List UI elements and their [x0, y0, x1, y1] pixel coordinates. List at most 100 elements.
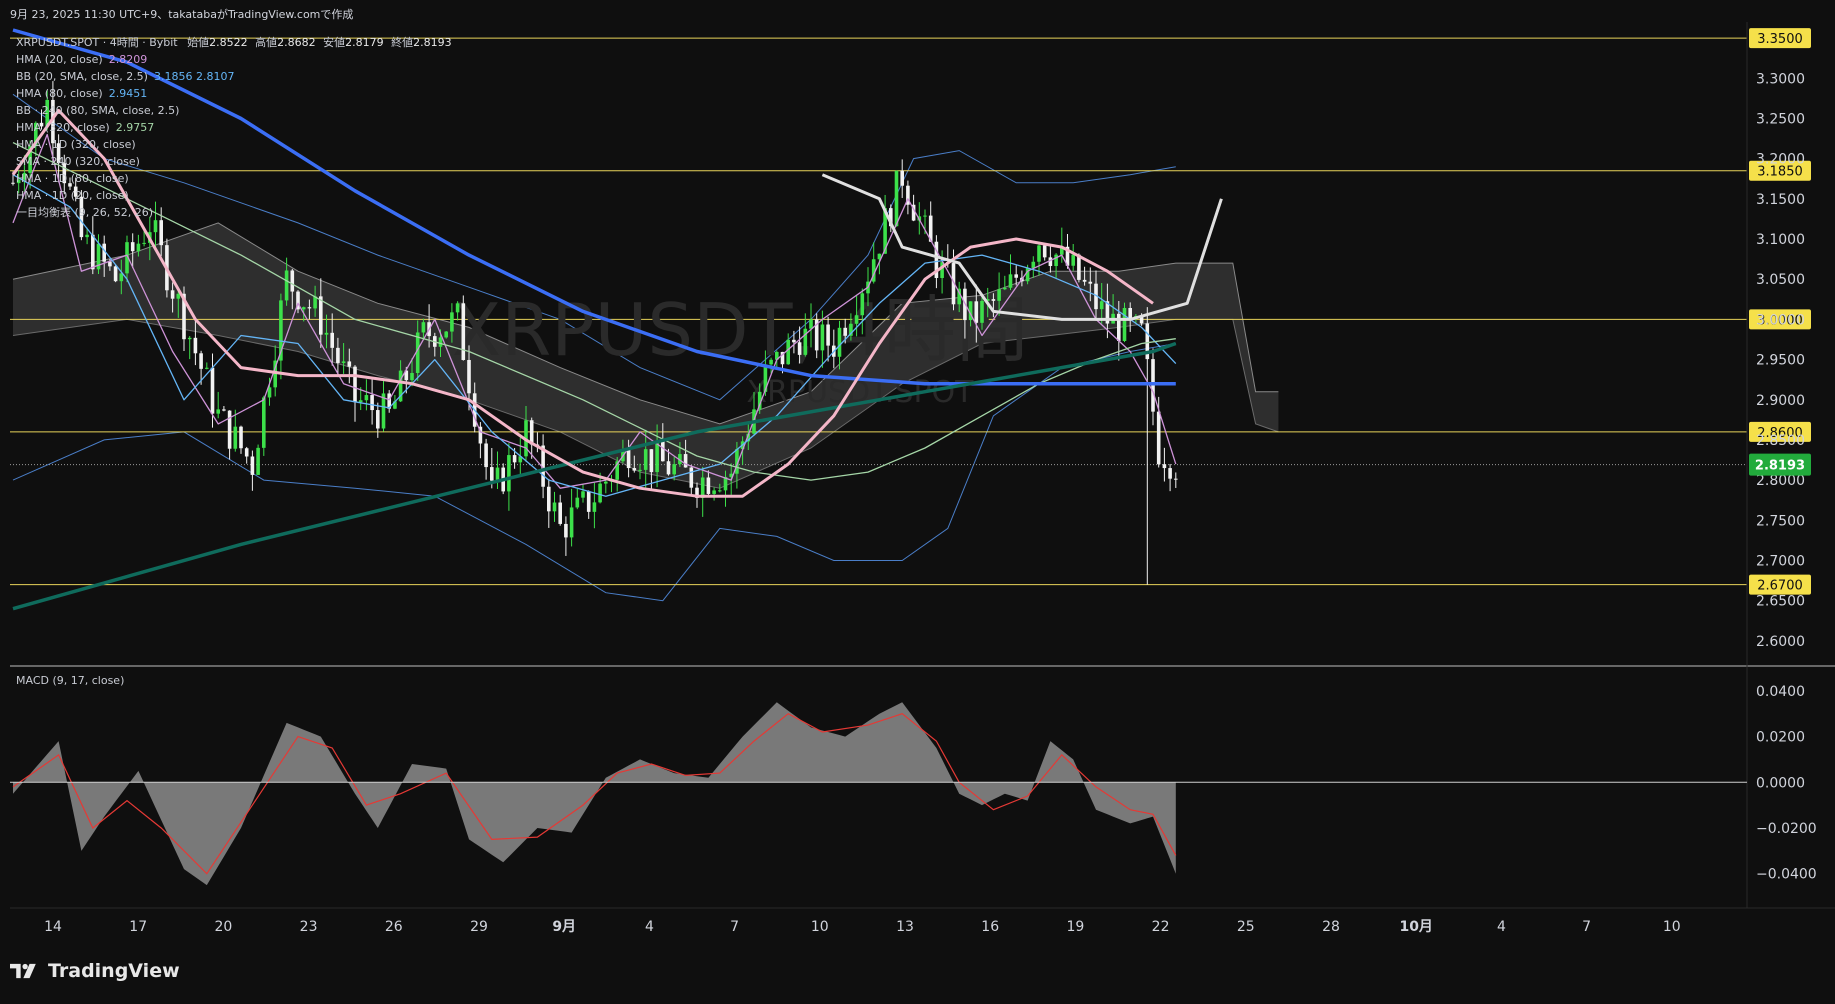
- candle-body: [244, 448, 249, 457]
- time-tick-label: 7: [730, 919, 739, 935]
- candle-body: [1071, 254, 1075, 266]
- candle-body: [604, 481, 608, 484]
- indicator-row[interactable]: BB (20, SMA, close, 2.5) 3.1856 2.8107: [16, 68, 452, 85]
- symbol-info[interactable]: XRPUSDT.SPOT · 4時間 · Bybit 始値2.8522 高値2.…: [16, 34, 452, 51]
- candle-body: [227, 410, 232, 449]
- candle-body: [581, 491, 585, 498]
- candle-body: [638, 469, 642, 471]
- candle-body: [552, 502, 557, 512]
- price-tick-label: 2.6000: [1756, 634, 1805, 650]
- candle-body: [450, 312, 454, 332]
- candle-body: [199, 353, 203, 369]
- indicator-row[interactable]: HMA · 1D (320, close): [16, 136, 452, 153]
- macd-tick-label: −0.0400: [1756, 867, 1817, 883]
- candle-body: [444, 331, 448, 338]
- open-value: 2.8522: [209, 36, 248, 49]
- candle-body: [712, 490, 716, 494]
- candle-body: [205, 367, 209, 369]
- candle-body: [843, 327, 847, 336]
- price-tick-label: 3.0000: [1756, 312, 1805, 328]
- candle-body: [187, 337, 192, 340]
- candle-body: [786, 339, 790, 365]
- low-label: 安値: [323, 36, 346, 49]
- time-tick-label: 9月: [552, 919, 576, 935]
- indicator-row[interactable]: HMA (20, close) 2.8209: [16, 51, 452, 68]
- time-tick-label: 16: [981, 919, 999, 935]
- candle-body: [239, 426, 243, 449]
- indicator-label: HMA · 1D (80, close): [16, 172, 129, 185]
- candle-body: [136, 243, 141, 252]
- indicator-row[interactable]: HMA (320, close) 2.9757: [16, 119, 452, 136]
- candle-body: [1168, 468, 1172, 479]
- candle-body: [159, 220, 163, 246]
- candle-body: [170, 290, 175, 299]
- indicator-row[interactable]: HMA · 1D (80, close): [16, 170, 452, 187]
- indicator-label: BB (20, SMA, close, 2.5): [16, 70, 148, 83]
- candle-body: [358, 400, 363, 403]
- candle-body: [153, 220, 158, 233]
- candle-body: [718, 490, 722, 492]
- level-label: 3.3500: [1757, 32, 1803, 47]
- candle-body: [854, 315, 859, 324]
- candle-body: [130, 242, 135, 252]
- candle-body: [330, 332, 334, 348]
- time-tick-label: 14: [44, 919, 62, 935]
- price-tick-label: 3.2500: [1756, 111, 1805, 127]
- candle-body: [484, 443, 488, 468]
- price-tick-label: 3.3000: [1756, 71, 1805, 87]
- tradingview-brand[interactable]: TradingView: [10, 960, 180, 982]
- price-tick-label: 3.1500: [1756, 192, 1805, 208]
- brand-name: TradingView: [48, 960, 180, 982]
- indicator-row[interactable]: HMA (80, close) 2.9451: [16, 85, 452, 102]
- candle-body: [649, 449, 654, 473]
- candle-body: [592, 502, 597, 512]
- candle-body: [438, 337, 443, 347]
- indicator-label: HMA (320, close): [16, 121, 110, 134]
- indicator-label: BB · 240 (80, SMA, close, 2.5): [16, 104, 180, 117]
- candle-body: [113, 266, 118, 282]
- indicator-row[interactable]: SMA · 240 (320, close): [16, 153, 452, 170]
- candle-body: [923, 215, 927, 217]
- time-tick-label: 23: [300, 919, 318, 935]
- time-tick-label: 4: [1497, 919, 1506, 935]
- macd-tick-label: 0.0200: [1756, 730, 1805, 746]
- candle-body: [672, 464, 676, 475]
- candle-body: [421, 322, 426, 333]
- price-tick-label: 3.0500: [1756, 272, 1805, 288]
- candle-body: [512, 455, 517, 463]
- indicator-value: 2.8209: [108, 53, 148, 66]
- price-tick-label: 2.9500: [1756, 353, 1805, 369]
- candle-body: [324, 332, 329, 335]
- time-tick-label: 13: [896, 919, 914, 935]
- candle-body: [997, 289, 1001, 301]
- candle-body: [1156, 411, 1161, 465]
- candle-body: [586, 491, 591, 512]
- level-label: 2.6700: [1757, 579, 1803, 594]
- candle-body: [1162, 464, 1167, 469]
- candle-body: [347, 361, 352, 367]
- time-tick-label: 17: [129, 919, 147, 935]
- candle-body: [319, 296, 323, 335]
- indicator-row[interactable]: HMA · 1D (20, close): [16, 187, 452, 204]
- candle-body: [233, 426, 238, 449]
- candle-body: [598, 483, 602, 503]
- candle-body: [262, 397, 266, 448]
- candle-body: [307, 307, 312, 309]
- indicator-row[interactable]: BB · 240 (80, SMA, close, 2.5): [16, 102, 452, 119]
- indicator-value: 3.1856 2.8107: [153, 70, 235, 83]
- time-tick-label: 25: [1237, 919, 1255, 935]
- candle-body: [301, 307, 306, 310]
- indicator-row[interactable]: 一目均衡表 (9, 26, 52, 26): [16, 204, 452, 221]
- candle-body: [626, 449, 631, 469]
- candle-body: [643, 449, 648, 470]
- candle-body: [683, 454, 688, 468]
- close-label: 終値: [391, 36, 414, 49]
- candle-body: [91, 234, 95, 270]
- candle-body: [1014, 274, 1018, 278]
- candle-body: [376, 410, 380, 429]
- time-tick-label: 26: [385, 919, 403, 935]
- candle-body: [290, 270, 295, 292]
- candle-body: [1054, 254, 1058, 267]
- indicator-label: HMA (20, close): [16, 53, 103, 66]
- candle-body: [820, 324, 825, 351]
